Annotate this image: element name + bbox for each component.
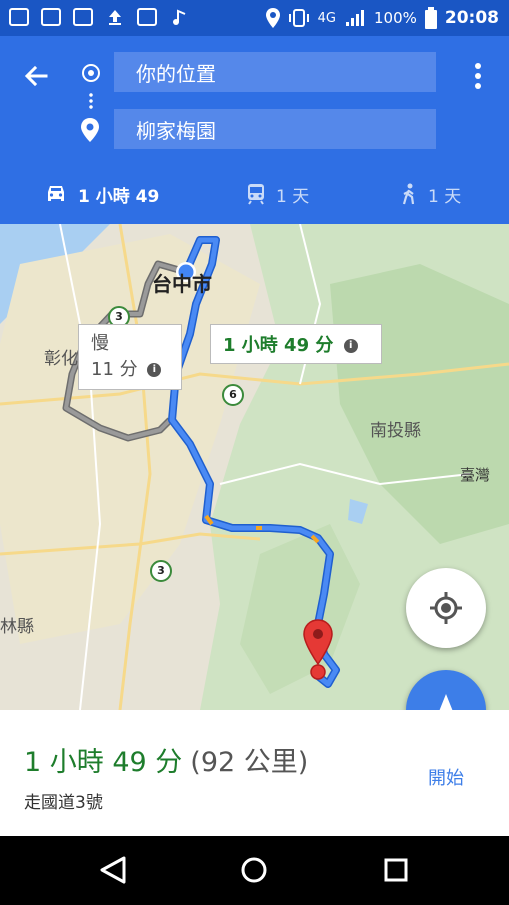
route-distance: (92 公里) bbox=[190, 747, 309, 778]
route-summary: 1 小時 49 分 (92 公里) bbox=[24, 740, 308, 779]
network-type: 4G bbox=[317, 10, 336, 26]
tab-transit[interactable]: 1 天 bbox=[246, 164, 309, 224]
directions-header: 你的位置 柳家梅園 1 小時 49 1 天 1 天 bbox=[0, 36, 509, 352]
tab-walking-label: 1 天 bbox=[428, 186, 462, 207]
music-icon bbox=[168, 6, 190, 28]
news-notification-icon bbox=[72, 6, 94, 28]
signal-icon bbox=[345, 10, 364, 26]
recents-square-icon bbox=[384, 858, 408, 882]
route-duration: 1 小時 49 分 bbox=[24, 747, 183, 778]
chat-notification-icon bbox=[8, 6, 30, 28]
clock: 20:08 bbox=[444, 8, 499, 28]
route-summary-sheet[interactable]: 1 小時 49 分 (92 公里) 走國道3號 開始 bbox=[0, 710, 509, 836]
main-route-callout[interactable]: 1 小時 49 分 i bbox=[210, 324, 382, 364]
alternate-route-callout[interactable]: 慢 11 分 i bbox=[78, 324, 182, 390]
start-label[interactable]: 開始 bbox=[410, 764, 482, 790]
battery-icon bbox=[424, 7, 437, 29]
origin-field[interactable]: 你的位置 bbox=[114, 52, 436, 92]
tab-driving[interactable]: 1 小時 49 bbox=[44, 164, 159, 224]
home-circle-icon bbox=[241, 857, 267, 883]
destination-map-pin-icon[interactable] bbox=[302, 618, 334, 680]
tab-walking[interactable]: 1 天 bbox=[400, 164, 461, 224]
destination-field[interactable]: 柳家梅園 bbox=[114, 109, 436, 149]
my-location-icon bbox=[430, 592, 462, 624]
info-icon: i bbox=[147, 363, 162, 377]
car-icon bbox=[48, 186, 64, 201]
system-nav-bar bbox=[0, 836, 509, 905]
map-label-nantou: 南投縣 bbox=[370, 421, 421, 441]
main-route-time: 1 小時 49 分 bbox=[223, 335, 334, 356]
nav-recents-button[interactable] bbox=[376, 850, 416, 890]
tab-transit-label: 1 天 bbox=[276, 186, 310, 207]
back-triangle-icon bbox=[100, 856, 126, 884]
walk-icon bbox=[402, 183, 415, 205]
my-location-button[interactable] bbox=[406, 568, 486, 648]
map-label-yunlin: 林縣 bbox=[0, 617, 34, 637]
more-options-button[interactable] bbox=[471, 58, 485, 94]
back-button[interactable] bbox=[18, 58, 54, 94]
back-arrow-icon bbox=[24, 65, 48, 87]
notification-icons bbox=[8, 6, 190, 28]
location-icon bbox=[265, 8, 280, 28]
route-via: 走國道3號 bbox=[24, 793, 103, 813]
map-label-taiwan: 臺灣 bbox=[460, 466, 491, 484]
tab-driving-label: 1 小時 49 bbox=[78, 186, 160, 207]
image-notification-icon bbox=[40, 6, 62, 28]
destination-pin-icon bbox=[81, 118, 99, 142]
app-notification-icon bbox=[136, 6, 158, 28]
city-label: 台中市 bbox=[152, 272, 212, 296]
highway-shield: 3 bbox=[150, 560, 172, 582]
battery-percent: 100% bbox=[373, 9, 417, 27]
train-icon bbox=[248, 184, 264, 205]
travel-mode-tabs: 1 小時 49 1 天 1 天 bbox=[0, 164, 509, 352]
highway-shield: 6 bbox=[222, 384, 244, 406]
alt-route-time: 11 分 bbox=[91, 359, 138, 380]
status-bar: 4G 100% 20:08 bbox=[0, 0, 509, 36]
info-icon: i bbox=[343, 339, 358, 353]
nav-back-button[interactable] bbox=[94, 850, 134, 890]
nav-home-button[interactable] bbox=[234, 850, 274, 890]
map-label-changhua: 彰化 bbox=[44, 349, 78, 369]
more-vert-icon bbox=[475, 63, 481, 89]
alt-route-label: 慢 bbox=[91, 333, 109, 354]
upload-icon bbox=[104, 6, 126, 28]
vibrate-icon bbox=[288, 9, 309, 27]
route-dots-icon bbox=[89, 92, 93, 110]
system-status: 4G 100% 20:08 bbox=[265, 7, 499, 29]
origin-marker-icon bbox=[82, 64, 100, 82]
